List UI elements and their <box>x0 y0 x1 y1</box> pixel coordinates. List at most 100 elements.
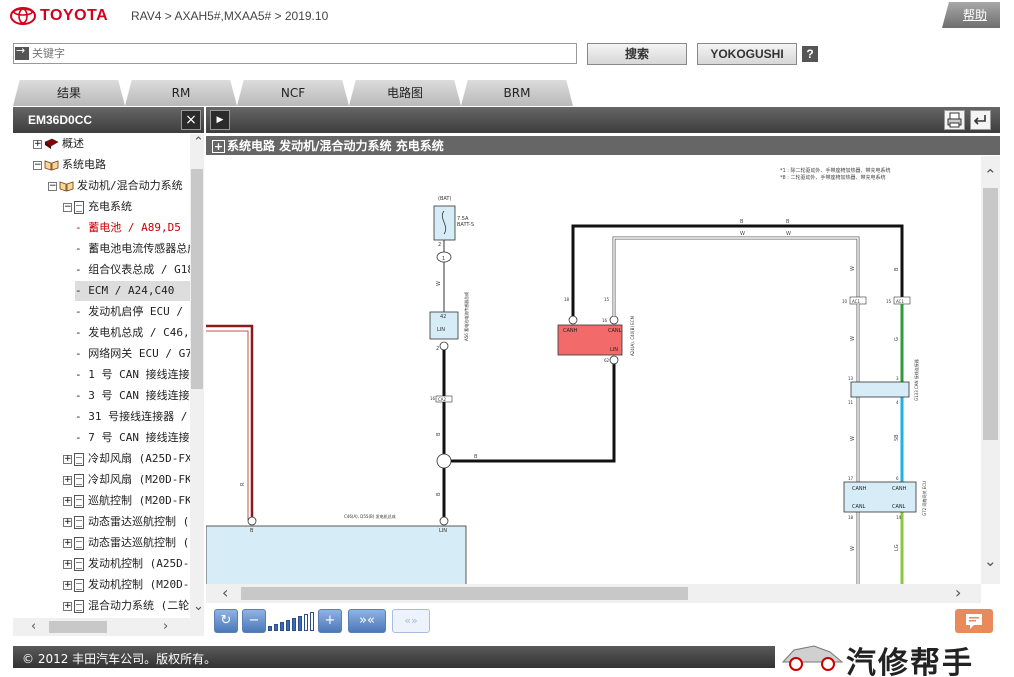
zoom-level-bar-7[interactable] <box>304 614 308 631</box>
expand-plus-icon[interactable]: + <box>63 601 72 611</box>
tab-brm[interactable]: BRM <box>461 80 573 106</box>
collapse-minus-icon[interactable]: − <box>33 160 42 170</box>
wire-label-w3: W <box>786 231 791 237</box>
tree-item-combination-meter[interactable]: - 组合仪表总成 / G18 <box>75 260 190 280</box>
expand-plus-icon[interactable]: + <box>33 139 42 149</box>
diagram-scroll-right-icon[interactable]: › <box>955 583 961 602</box>
generator-label: C46(A), D55(B) 发电机总成 <box>344 513 396 519</box>
document-icon <box>74 536 84 550</box>
zoom-out-icon[interactable]: − <box>242 609 266 633</box>
diagram-scroll-down-icon[interactable]: ⌄ <box>984 552 997 570</box>
expand-plus-icon[interactable]: + <box>212 140 225 153</box>
expand-plus-icon[interactable]: + <box>63 475 72 485</box>
tree-item-hybrid-system[interactable]: + 混合动力系统 (二轮 <box>63 596 189 616</box>
scroll-down-icon[interactable]: ⌄ <box>193 599 204 614</box>
fit-width-icon[interactable]: »« <box>348 609 386 633</box>
zoom-in-icon[interactable]: + <box>318 609 342 633</box>
tree-horizontal-scroll-thumb[interactable] <box>49 621 107 633</box>
tree-item-engine-control-a25d[interactable]: + 发动机控制 (A25D-F <box>63 554 190 574</box>
wiring-diagram-svg: *1 : 除二轮驱动外、手带座椅加热器、带充电系统 *8 : 二轮驱动外、手带座… <box>206 167 927 584</box>
tree-item-can-connector-3[interactable]: - 3 号 CAN 接线连接器 <box>75 386 190 406</box>
diagram-scroll-up-icon[interactable]: ⌃ <box>984 166 997 184</box>
tree-item-label: 动态雷达巡航控制 ( <box>88 536 190 549</box>
expand-plus-icon[interactable]: + <box>63 517 72 527</box>
tree-item-label: 充电系统 <box>88 200 132 213</box>
wiring-diagram-view[interactable]: *1 : 除二轮驱动外、手带座椅加热器、带充电系统 *8 : 二轮驱动外、手带座… <box>206 156 981 584</box>
tree-item-overview[interactable]: + 概述 <box>33 134 84 154</box>
tab-wiring-diagram[interactable]: 电路图 <box>349 80 461 106</box>
zoom-level-bar-4[interactable] <box>286 620 290 631</box>
document-icon <box>74 494 84 508</box>
tree-item-radar-cruise-1[interactable]: + 动态雷达巡航控制 ( <box>63 512 189 532</box>
keyword-search-input[interactable] <box>13 43 577 64</box>
tree-item-generator[interactable]: - 发电机总成 / C46,C6 <box>75 323 190 343</box>
zoom-level-bar-1[interactable] <box>268 626 272 631</box>
tree-item-ecm[interactable]: - ECM / A24,C40 <box>75 281 190 301</box>
diagram-horizontal-scroll-thumb[interactable] <box>241 587 688 600</box>
help-link[interactable]: 帮助 <box>942 2 1000 28</box>
wire-red-left-inner <box>206 330 249 520</box>
tree-horizontal-scrollbar[interactable] <box>13 618 204 636</box>
tree-item-cooling-fan-a25d[interactable]: + 冷却风扇 (A25D-FXS <box>63 449 190 469</box>
tree-item-system-circuit[interactable]: − 系统电路 <box>33 155 106 175</box>
tree-item-can-connector-1[interactable]: - 1 号 CAN 接线连接器 <box>75 365 190 385</box>
collapse-minus-icon[interactable]: − <box>48 181 57 191</box>
refresh-icon[interactable]: ↻ <box>214 609 238 633</box>
scroll-up-icon[interactable]: ⌃ <box>193 135 204 150</box>
zoom-level-bar-5[interactable] <box>292 618 296 631</box>
pin-label-2a: 2 <box>438 242 441 248</box>
zoom-level-bar-6[interactable] <box>298 616 302 631</box>
collapse-minus-icon[interactable]: − <box>63 202 72 212</box>
print-icon[interactable] <box>944 110 965 130</box>
ecm-lin-label: LIN <box>610 347 618 353</box>
scroll-right-icon[interactable]: › <box>163 619 168 634</box>
pin-label-2b: 2 <box>436 346 439 352</box>
pin-label-15a: 15 <box>604 297 610 302</box>
left-navigation-panel: EM36D0CC × + 概述 − 系统电路 − 发动机/混合动力系统 − 充电… <box>13 107 204 637</box>
diagram-scroll-left-icon[interactable]: ‹ <box>222 583 228 602</box>
return-icon[interactable] <box>970 110 991 130</box>
tree-item-engine-hybrid[interactable]: − 发动机/混合动力系统 <box>48 176 183 196</box>
yokogushi-button[interactable]: YOKOGUSHI <box>697 43 797 65</box>
generator-assembly <box>206 525 467 584</box>
tree-item-battery[interactable]: - 蓄电池 / A89,D5 <box>75 218 181 238</box>
watermark-text: 汽修帮手 <box>846 646 974 677</box>
pin-label-62: 62 <box>604 358 610 363</box>
tab-rm[interactable]: RM <box>125 80 237 106</box>
expand-plus-icon[interactable]: + <box>63 559 72 569</box>
pin-label-6: 6 <box>896 476 899 481</box>
zoom-level-bar-8[interactable] <box>310 612 314 631</box>
junction-label: G133 CAN 接线连接器 <box>913 359 919 401</box>
play-icon[interactable]: ▶ <box>210 110 230 130</box>
ecm-canl-label: CANL <box>608 328 622 334</box>
tree-vertical-scroll-thumb[interactable] <box>191 169 203 389</box>
header: TOYOTA RAV4 > AXAH5#,MXAA5# > 2019.10 帮助 <box>0 0 1014 34</box>
question-icon[interactable]: ? <box>802 46 818 62</box>
tab-results[interactable]: 结果 <box>13 80 125 106</box>
tree-item-battery-sensor[interactable]: - 蓄电池电流传感器总成 <box>75 239 190 259</box>
expand-plus-icon[interactable]: + <box>63 496 72 506</box>
tree-item-can-connector-7[interactable]: - 7 号 CAN 接线连接器 <box>75 428 190 448</box>
tree-item-connector-31[interactable]: - 31 号接线连接器 / G <box>75 407 190 427</box>
page-navigation-icon[interactable]: «» <box>392 609 430 633</box>
feedback-icon[interactable] <box>955 609 993 633</box>
help-label: 帮助 <box>962 8 987 22</box>
pin-label-11: 11 <box>848 400 854 405</box>
zoom-level-bar-2[interactable] <box>274 624 278 631</box>
expand-plus-icon[interactable]: + <box>63 454 72 464</box>
tree-item-radar-cruise-2[interactable]: + 动态雷达巡航控制 ( <box>63 533 189 553</box>
tree-item-stop-start-ecu[interactable]: - 发动机启停 ECU / A3 <box>75 302 190 322</box>
tree-item-gateway-ecu[interactable]: - 网络网关 ECU / G72 <box>75 344 190 364</box>
diagram-vertical-scroll-thumb[interactable] <box>983 188 998 440</box>
expand-plus-icon[interactable]: + <box>63 580 72 590</box>
expand-plus-icon[interactable]: + <box>63 538 72 548</box>
tree-item-charging-system[interactable]: − 充电系统 <box>63 197 132 217</box>
close-icon[interactable]: × <box>181 110 201 130</box>
tree-item-engine-control-m20d[interactable]: + 发动机控制 (M20D-F <box>63 575 190 595</box>
tab-ncf[interactable]: NCF <box>237 80 349 106</box>
scroll-left-icon[interactable]: ‹ <box>31 619 36 634</box>
tree-item-cruise-control[interactable]: + 巡航控制 (M20D-FKS <box>63 491 190 511</box>
tree-item-cooling-fan-m20d[interactable]: + 冷却风扇 (M20D-FKS <box>63 470 190 490</box>
search-button[interactable]: 搜索 <box>587 43 687 65</box>
zoom-level-bar-3[interactable] <box>280 622 284 631</box>
